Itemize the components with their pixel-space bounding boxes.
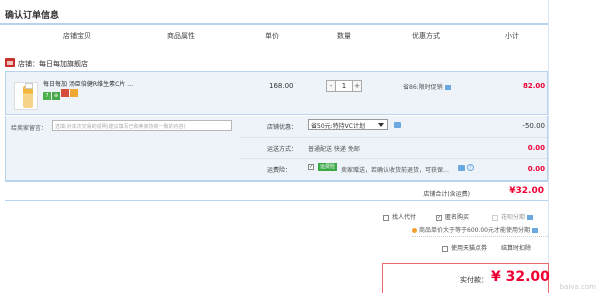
anonymous-label: 匿名购买 <box>445 214 470 221</box>
points-checkbox[interactable] <box>442 245 448 252</box>
table-header: 店铺宝贝 商品属性 单价 数量 优惠方式 小计 <box>0 27 548 43</box>
proxy-pay-option[interactable]: 找人代付 <box>383 212 416 221</box>
insurance-amount: 0.00 <box>527 165 545 173</box>
promo-text: 省86:限时促销 <box>403 84 443 91</box>
shop-total-label: 店铺合计(含运费) <box>423 191 470 198</box>
seven-day-return-icon: 7 <box>43 92 51 100</box>
quantity-plus-button[interactable]: + <box>352 80 362 92</box>
proxy-pay-checkbox[interactable] <box>383 214 389 221</box>
invoice-icon <box>61 89 69 97</box>
proxy-pay-label: 找人代付 <box>392 214 417 221</box>
installment-note-text: 商品单价大于等于600.00元才能使用分期 <box>419 227 530 234</box>
payment-options: 找人代付 ✓ 匿名购买 花呗分期 <box>380 210 550 222</box>
help-icon[interactable]: ? <box>467 164 474 171</box>
order-item: 每日每加 汤臣倍健R维生素C片 … 7 ⊕ 168.00 - 1 + 省86:限时… <box>5 71 548 115</box>
shop-name[interactable]: 店铺：每日每加旗舰店 <box>18 59 88 69</box>
anonymous-option[interactable]: ✓ 匿名购买 <box>436 212 469 221</box>
promo-method: 省86:限时促销 <box>403 82 451 91</box>
quantity-minus-button[interactable]: - <box>326 80 336 92</box>
points-row: 使用天猫点券 结算时扣除 <box>442 243 531 252</box>
installment-option[interactable]: 花呗分期 <box>492 212 534 221</box>
item-subtotal: 82.00 <box>523 82 546 90</box>
col-promo: 优惠方式 <box>412 32 440 40</box>
message-input[interactable]: 选填:对本次交易的说明(建议填写已和卖家协商一致的内容) <box>52 120 232 131</box>
message-label: 给卖家留言： <box>11 125 48 132</box>
header-border <box>0 23 548 25</box>
insurance-description: 卖家赠送，若确认收货前退货，可获保… <box>341 167 450 174</box>
discount-row: 店铺优惠： 省50元:特持VC计划 -50.00 <box>240 116 549 137</box>
watermark: baiva.com <box>559 283 596 291</box>
order-options: 给卖家留言： 选填:对本次交易的说明(建议填写已和卖家协商一致的内容) 店铺优惠… <box>5 116 549 181</box>
discount-label: 店铺优惠： <box>267 124 298 131</box>
guarantee-icon: ⊕ <box>52 92 60 100</box>
shop-icon <box>5 58 15 67</box>
note-info-icon[interactable] <box>532 228 538 233</box>
product-thumbnail[interactable] <box>14 82 38 110</box>
installment-label: 花呗分期 <box>501 214 526 221</box>
points-rules: 结算时扣除 <box>501 245 532 252</box>
discount-amount: -50.00 <box>522 122 545 130</box>
col-price: 单价 <box>265 32 279 40</box>
points-label: 使用天猫点券 <box>451 245 488 252</box>
installment-info-icon[interactable] <box>527 215 534 220</box>
quantity-stepper: - 1 + <box>326 80 362 92</box>
shop-total-row: 店铺合计(含运费) ¥32.00 <box>5 181 548 201</box>
insurance-checkbox[interactable]: ✓ <box>308 164 314 170</box>
insurance-chat-icon[interactable] <box>458 165 465 171</box>
shop-total-value: ¥32.00 <box>509 186 544 196</box>
bottle-image <box>23 83 33 108</box>
installment-note: 商品单价大于等于600.00元才能使用分期 <box>412 225 538 234</box>
page-title: 确认订单信息 <box>5 11 60 21</box>
anonymous-checkbox[interactable]: ✓ <box>436 214 442 221</box>
discount-info-icon[interactable] <box>394 122 401 128</box>
divider <box>412 236 548 237</box>
quantity-input[interactable]: 1 <box>336 80 352 92</box>
credit-card-icon <box>70 89 78 97</box>
service-badges: 7 ⊕ <box>43 89 79 100</box>
shipping-row: 运送方式： 普通配送 快递 免邮 0.00 <box>240 137 549 158</box>
discount-select[interactable]: 省50元:特持VC计划 <box>308 119 388 130</box>
insurance-label: 运费险： <box>267 167 292 174</box>
shipping-amount: 0.00 <box>527 144 545 152</box>
warning-icon <box>412 228 417 233</box>
shop-row: 店铺：每日每加旗舰店 <box>5 57 548 69</box>
col-quantity: 数量 <box>337 32 351 40</box>
col-shop-item: 店铺宝贝 <box>63 32 91 40</box>
insurance-tag: 运费险 <box>318 163 338 171</box>
col-subtotal: 小计 <box>505 32 519 40</box>
actual-payment-label: 实付款： <box>460 276 488 284</box>
unit-price: 168.00 <box>269 82 294 90</box>
product-name[interactable]: 每日每加 汤臣倍健R维生素C片 … <box>43 79 163 88</box>
shipping-label: 运送方式： <box>267 146 298 153</box>
shipping-method: 普通配送 快递 免邮 <box>308 146 360 153</box>
promo-chat-icon[interactable] <box>444 85 451 90</box>
insurance-row: 运费险： ✓ 运费险 卖家赠送，若确认收货前退货，可获保… ? 0.00 <box>240 158 549 179</box>
installment-checkbox[interactable] <box>492 214 498 221</box>
actual-payment-value: ¥ 32.00 <box>491 269 550 285</box>
actual-payment-box: 实付款： ¥ 32.00 <box>382 263 550 293</box>
col-attributes: 商品属性 <box>167 32 195 40</box>
